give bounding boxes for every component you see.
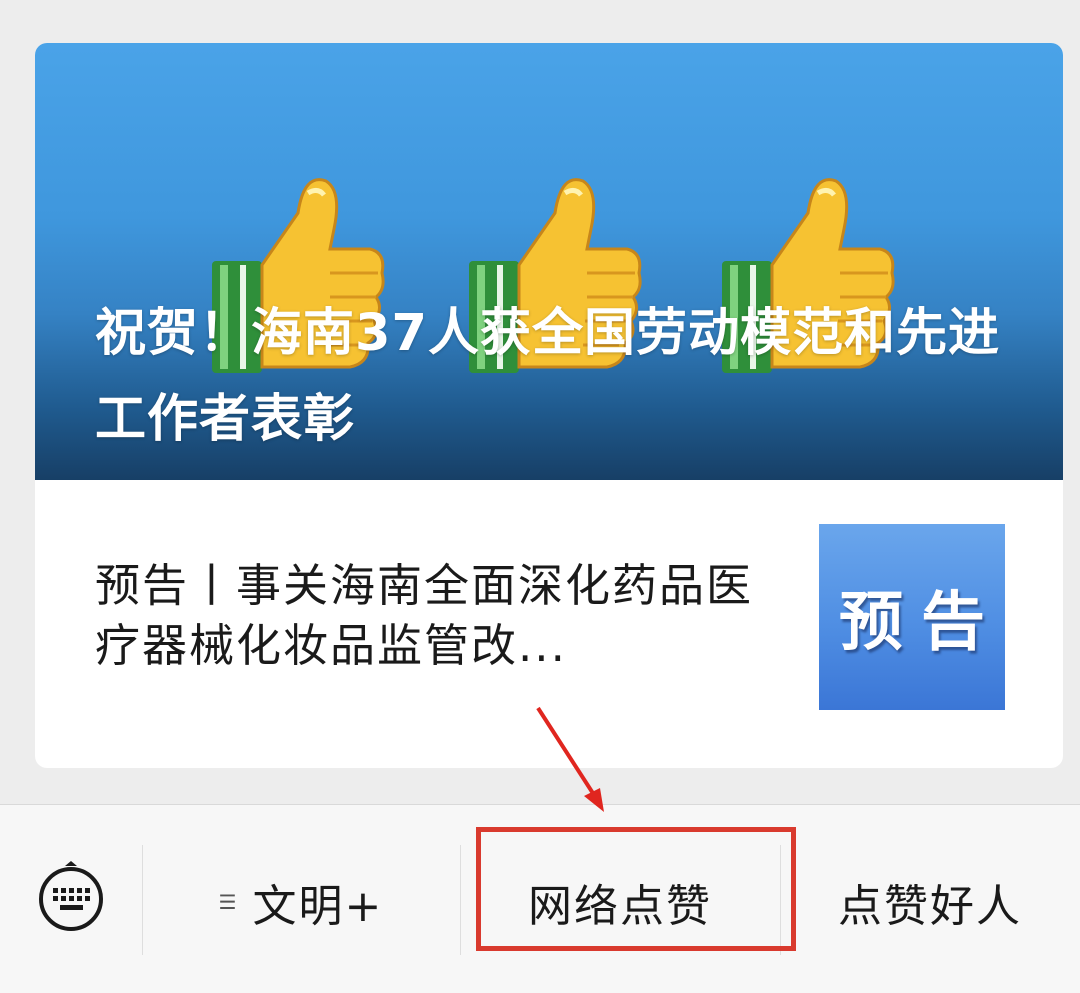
thumbnail-text: 预告 [839,585,1003,660]
menu-item-wenming[interactable]: ☰ 文明+ [142,857,460,947]
keyboard-icon[interactable] [36,861,106,931]
article-card: 祝贺！海南37人获全国劳动模范和先进工作者表彰 预告丨事关海南全面深化药品医疗器… [35,43,1063,768]
menu-item-like-good-people[interactable]: 点赞好人 [780,857,1080,947]
annotation-arrow [520,700,620,820]
banner-title[interactable]: 祝贺！海南37人获全国劳动模范和先进工作者表彰 [95,291,1005,463]
menu-item-label: 点赞好人 [838,881,1022,932]
featured-article-banner[interactable]: 祝贺！海南37人获全国劳动模范和先进工作者表彰 [35,43,1063,480]
menu-item-label: 文明+ [252,881,384,932]
submenu-icon: ☰ [218,890,237,914]
article-title[interactable]: 预告丨事关海南全面深化药品医疗器械化妆品监管改... [95,556,775,676]
article-thumbnail[interactable]: 预告 [819,524,1005,710]
highlight-annotation-box [476,827,796,951]
